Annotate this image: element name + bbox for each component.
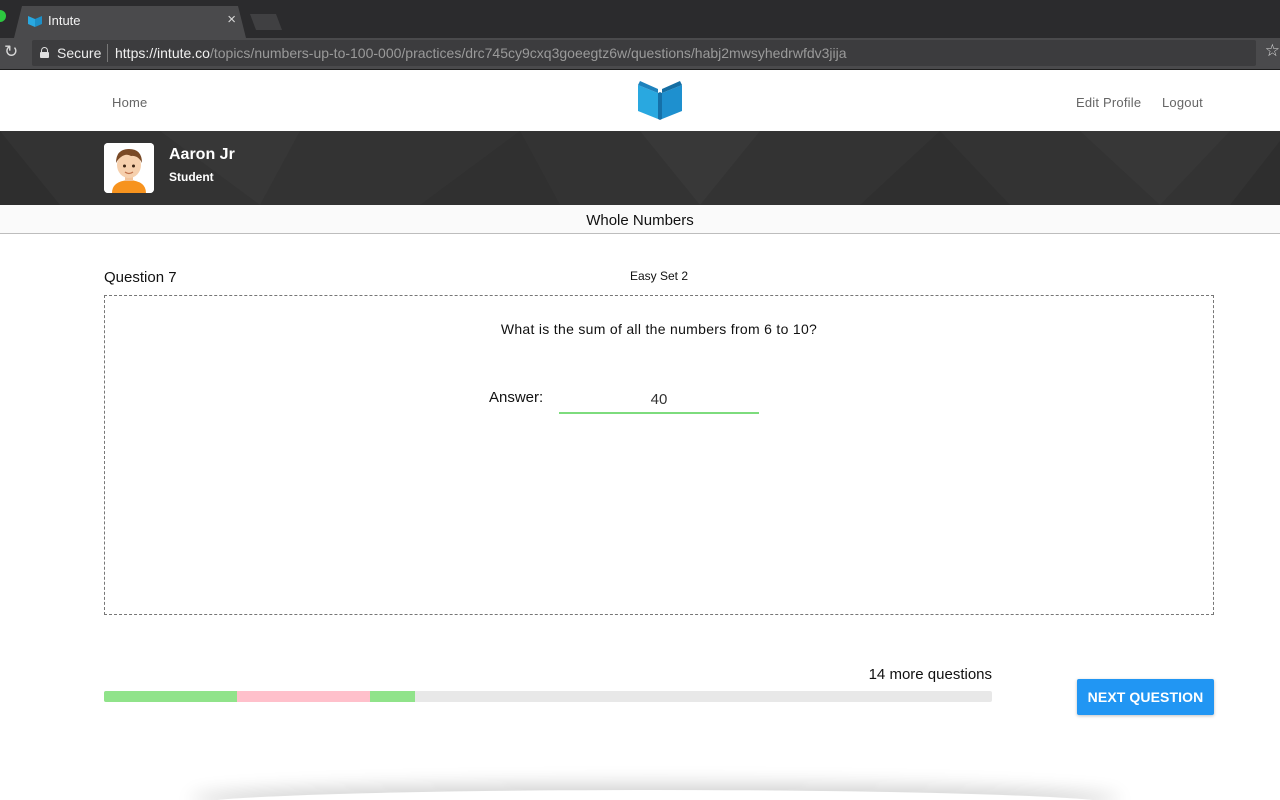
site-header: Home Edit Profile Logout (0, 71, 1280, 131)
question-set-label: Easy Set 2 (629, 269, 689, 283)
answer-label: Answer: (489, 389, 544, 406)
divider (107, 44, 108, 62)
remaining-questions-label: 14 more questions (868, 666, 992, 683)
avatar (104, 143, 154, 193)
secure-label: Secure (57, 45, 102, 61)
nav-logout-link[interactable]: Logout (1162, 95, 1203, 110)
progress-bar (104, 691, 992, 702)
nav-home-link[interactable]: Home (112, 95, 147, 110)
lock-icon (40, 47, 49, 58)
browser-toolbar: ↻ Secure https://intute.co/topics/number… (0, 38, 1280, 70)
star-icon[interactable]: ☆ (1265, 41, 1280, 61)
boy-avatar-icon (104, 143, 154, 193)
url-text[interactable]: https://intute.co/topics/numbers-up-to-1… (115, 45, 847, 61)
topic-title: Whole Numbers (586, 212, 694, 229)
url-scheme: https:// (115, 45, 158, 61)
url-host: intute.co (157, 45, 210, 61)
question-card: What is the sum of all the numbers from … (104, 295, 1214, 615)
user-role: Student (169, 170, 214, 184)
progress-segment-correct (370, 691, 415, 702)
new-tab-button[interactable] (250, 14, 282, 30)
reload-icon[interactable]: ↻ (4, 42, 18, 62)
url-path: /topics/numbers-up-to-100-000/practices/… (209, 45, 847, 61)
progress-segment-correct (104, 691, 238, 702)
browser-tab[interactable]: Intute × (14, 6, 246, 38)
window-maximize-button[interactable] (0, 10, 6, 22)
question-number: Question 7 (104, 269, 177, 286)
tab-title: Intute (48, 13, 81, 28)
address-bar[interactable]: Secure https://intute.co/topics/numbers-… (32, 40, 1256, 66)
topic-bar: Whole Numbers (0, 205, 1280, 234)
question-text: What is the sum of all the numbers from … (500, 321, 818, 337)
next-question-button[interactable]: NEXT QUESTION (1077, 679, 1214, 715)
profile-banner: Aaron Jr Student (0, 131, 1280, 205)
banner-pattern (0, 131, 1280, 205)
close-icon[interactable]: × (227, 11, 236, 28)
answer-input[interactable] (559, 386, 759, 414)
open-book-icon (28, 16, 42, 27)
open-book-icon[interactable] (636, 79, 684, 121)
browser-tab-bar: Intute × (0, 0, 1280, 38)
user-name: Aaron Jr (169, 146, 235, 163)
progress-segment-incorrect (237, 691, 371, 702)
page-shadow (190, 790, 1120, 800)
nav-edit-profile-link[interactable]: Edit Profile (1076, 95, 1141, 110)
